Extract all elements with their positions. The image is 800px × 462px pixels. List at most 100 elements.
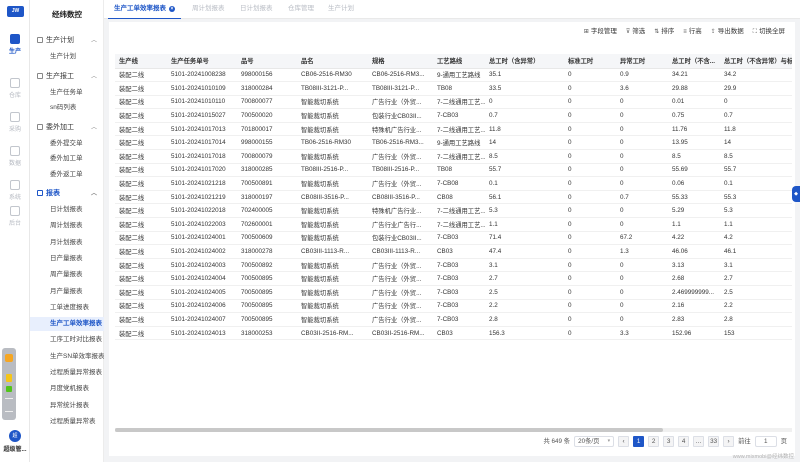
sidebar-item[interactable]: 日计划报表: [30, 203, 104, 217]
table-row[interactable]: 装配二线 5101-20241024007 700500895 智能裁切系统 广告行业（…: [115, 312, 792, 327]
sidebar-item[interactable]: 委外提交单: [30, 137, 104, 151]
page-button[interactable]: 4: [678, 436, 690, 447]
sidebar-item[interactable]: 生产工单效率报表: [30, 317, 104, 332]
toolbar-button[interactable]: ≡ 行高: [683, 26, 702, 38]
tab-item[interactable]: 生产计划: [322, 0, 360, 19]
table-row[interactable]: 装配二线 5101-20241024003 700500892 智能裁切系统 广告行业（…: [115, 258, 792, 273]
table-cell: 1.1: [668, 217, 720, 232]
table-cell: TB08III-2516-P...: [368, 163, 433, 178]
rail-item[interactable]: 系统: [0, 180, 30, 201]
table-row[interactable]: 装配二线 5101-20241021218 700500891 智能裁切系统 广告行业（…: [115, 176, 792, 191]
next-page-button[interactable]: ›: [723, 436, 735, 447]
sidebar-item[interactable]: 异常统计报表: [30, 399, 104, 413]
sidebar-item[interactable]: 月计划报表: [30, 236, 104, 250]
table-row[interactable]: 装配二线 5101-20241010110 700800077 智能裁切系统 广告行业（…: [115, 95, 792, 110]
sidebar-item[interactable]: 周产量报表: [30, 268, 104, 282]
sidebar-item[interactable]: 生产SN单效率报表: [30, 350, 104, 364]
side-float-button[interactable]: ◆: [792, 186, 800, 202]
column-header[interactable]: 工艺路线: [433, 54, 485, 69]
column-header[interactable]: 总工时（不含...: [668, 54, 720, 69]
sidebar-group[interactable]: 生产计划 ︿: [30, 34, 104, 48]
table-cell: 34.21: [668, 68, 720, 83]
toolbar-button[interactable]: ⇅ 排序: [654, 26, 674, 38]
table-row[interactable]: 装配二线 5101-20241021219 318000197 CB08III-351…: [115, 190, 792, 205]
page-size-select[interactable]: 20条/页 ▾: [574, 436, 615, 447]
rail-item[interactable]: 采购: [0, 112, 30, 133]
sidebar-item[interactable]: 过程质量异常表: [30, 415, 104, 429]
sidebar-item[interactable]: sn码列表: [30, 101, 104, 115]
column-header[interactable]: 生产线: [115, 54, 167, 69]
table-row[interactable]: 装配二线 5101-20241024005 700500895 智能裁切系统 广告行业（…: [115, 285, 792, 300]
table-row[interactable]: 装配二线 5101-20241022003 702600001 智能裁切系统 广告行业广…: [115, 217, 792, 232]
table-cell: 装配二线: [115, 81, 167, 96]
table-row[interactable]: 装配二线 5101-20241015027 700500020 智能裁切系统 包装行业C…: [115, 108, 792, 123]
table-cell: 智能裁切系统: [297, 122, 368, 137]
sidebar-group[interactable]: 报表 ︿: [30, 187, 104, 201]
horizontal-scrollbar[interactable]: [115, 428, 792, 432]
column-header[interactable]: 生产任务单号: [167, 54, 237, 69]
table-cell: 998000155: [237, 135, 297, 151]
tab-item[interactable]: 日计划报表: [234, 0, 279, 19]
page-button[interactable]: …: [693, 436, 705, 447]
tab-item[interactable]: 周计划报表: [186, 0, 231, 19]
toolbar-button[interactable]: ⛶ 切换全屏: [753, 26, 785, 38]
sidebar-item[interactable]: 过程质量异常报表: [30, 366, 104, 380]
toolbar-button[interactable]: ⊽ 筛选: [626, 26, 645, 38]
sidebar-item[interactable]: 工序工时对比报表: [30, 333, 104, 347]
sidebar-item[interactable]: 月度党机报表: [30, 382, 104, 396]
tab-item[interactable]: 仓库管理: [282, 0, 320, 19]
sidebar-item[interactable]: 月产量报表: [30, 285, 104, 299]
column-header[interactable]: 异常工时: [616, 54, 668, 69]
table-cell: 0.1: [485, 176, 564, 191]
table-row[interactable]: 装配二线 5101-20241017013 701800017 智能裁切系统 特殊机广告…: [115, 122, 792, 137]
toolbar-button[interactable]: ⊞ 字段管理: [584, 26, 617, 38]
sidebar-item[interactable]: 生产计划: [30, 50, 104, 64]
table-row[interactable]: 装配二线 5101-20241024002 318000278 CB03III-111…: [115, 244, 792, 259]
table-row[interactable]: 装配二线 5101-20241017018 700800079 智能裁切系统 广告行业（…: [115, 149, 792, 164]
column-header[interactable]: 标准工时: [564, 54, 616, 69]
column-header[interactable]: 总工时（不含异常）与标准工时: [720, 54, 792, 69]
sidebar-item[interactable]: 委外加工单: [30, 152, 104, 166]
rail-item[interactable]: 生产: [0, 34, 30, 55]
page-button[interactable]: 2: [648, 436, 660, 447]
page-button[interactable]: 3: [663, 436, 675, 447]
close-icon[interactable]: ×: [169, 6, 175, 12]
rail-item[interactable]: 数据: [0, 146, 30, 167]
table-row[interactable]: 装配二线 5101-20241024006 700500895 智能裁切系统 广告行业（…: [115, 299, 792, 314]
page-button[interactable]: 1: [633, 436, 645, 447]
sidebar-item[interactable]: 生产任务单: [30, 86, 104, 100]
table-cell: 5101-20241017018: [167, 149, 237, 164]
report-panel: ⊞ 字段管理 ⊽ 筛选 ⇅ 排序 ≡ 行高 ⇪ 导出数据 ⛶ 切换全屏 生产线 生产任务单号 品号 品名 规格…: [109, 22, 795, 456]
column-header[interactable]: 总工时（含异常）: [485, 54, 564, 69]
table-cell: 700500895: [237, 271, 297, 286]
floating-widget[interactable]: [2, 348, 16, 420]
table-row[interactable]: 装配二线 5101-20241008238 998000156 CB06-2516-R…: [115, 68, 792, 83]
column-header[interactable]: 品号: [237, 54, 297, 69]
table-row[interactable]: 装配二线 5101-20241017020 318000285 TB08III-251…: [115, 163, 792, 178]
table-cell: 9-通用工艺路线: [433, 135, 485, 151]
table-row[interactable]: 装配二线 5101-20241024004 700500895 智能裁切系统 广告行业（…: [115, 271, 792, 286]
column-header[interactable]: 品名: [297, 54, 368, 69]
scrollbar-thumb[interactable]: [115, 428, 663, 432]
page-button[interactable]: 33: [708, 436, 720, 447]
sidebar-item[interactable]: 周计划报表: [30, 219, 104, 233]
tab-item[interactable]: 生产工单效率报表 ×: [108, 0, 181, 19]
table-cell: 29.88: [668, 81, 720, 96]
rail-item[interactable]: 后台: [0, 206, 30, 227]
sidebar-item[interactable]: 委外返工单: [30, 168, 104, 182]
prev-page-button[interactable]: ‹: [618, 436, 630, 447]
sidebar-group[interactable]: 生产报工 ︿: [30, 70, 104, 84]
goto-page-input[interactable]: 1: [754, 436, 777, 447]
table-row[interactable]: 装配二线 5101-20241024013 318000253 CB03II-2516…: [115, 326, 792, 341]
table-row[interactable]: 装配二线 5101-20241024001 700500609 智能裁切系统 包装行业C…: [115, 231, 792, 246]
table-row[interactable]: 装配二线 5101-20241010109 318000284 TB08III-312…: [115, 81, 792, 96]
column-header[interactable]: 规格: [368, 54, 433, 69]
toolbar-button[interactable]: ⇪ 导出数据: [711, 26, 744, 38]
table-row[interactable]: 装配二线 5101-20241022018 702400005 智能裁切系统 特殊机广告…: [115, 203, 792, 219]
sidebar-item[interactable]: 工单进度报表: [30, 301, 104, 315]
sidebar-group[interactable]: 委外加工 ︿: [30, 121, 104, 135]
sidebar-item[interactable]: 日产量报表: [30, 252, 104, 266]
user-profile[interactable]: 超 超级管...: [0, 430, 30, 453]
rail-item[interactable]: 仓库: [0, 78, 30, 99]
table-row[interactable]: 装配二线 5101-20241017014 998000155 TB06-2516-R…: [115, 135, 792, 151]
